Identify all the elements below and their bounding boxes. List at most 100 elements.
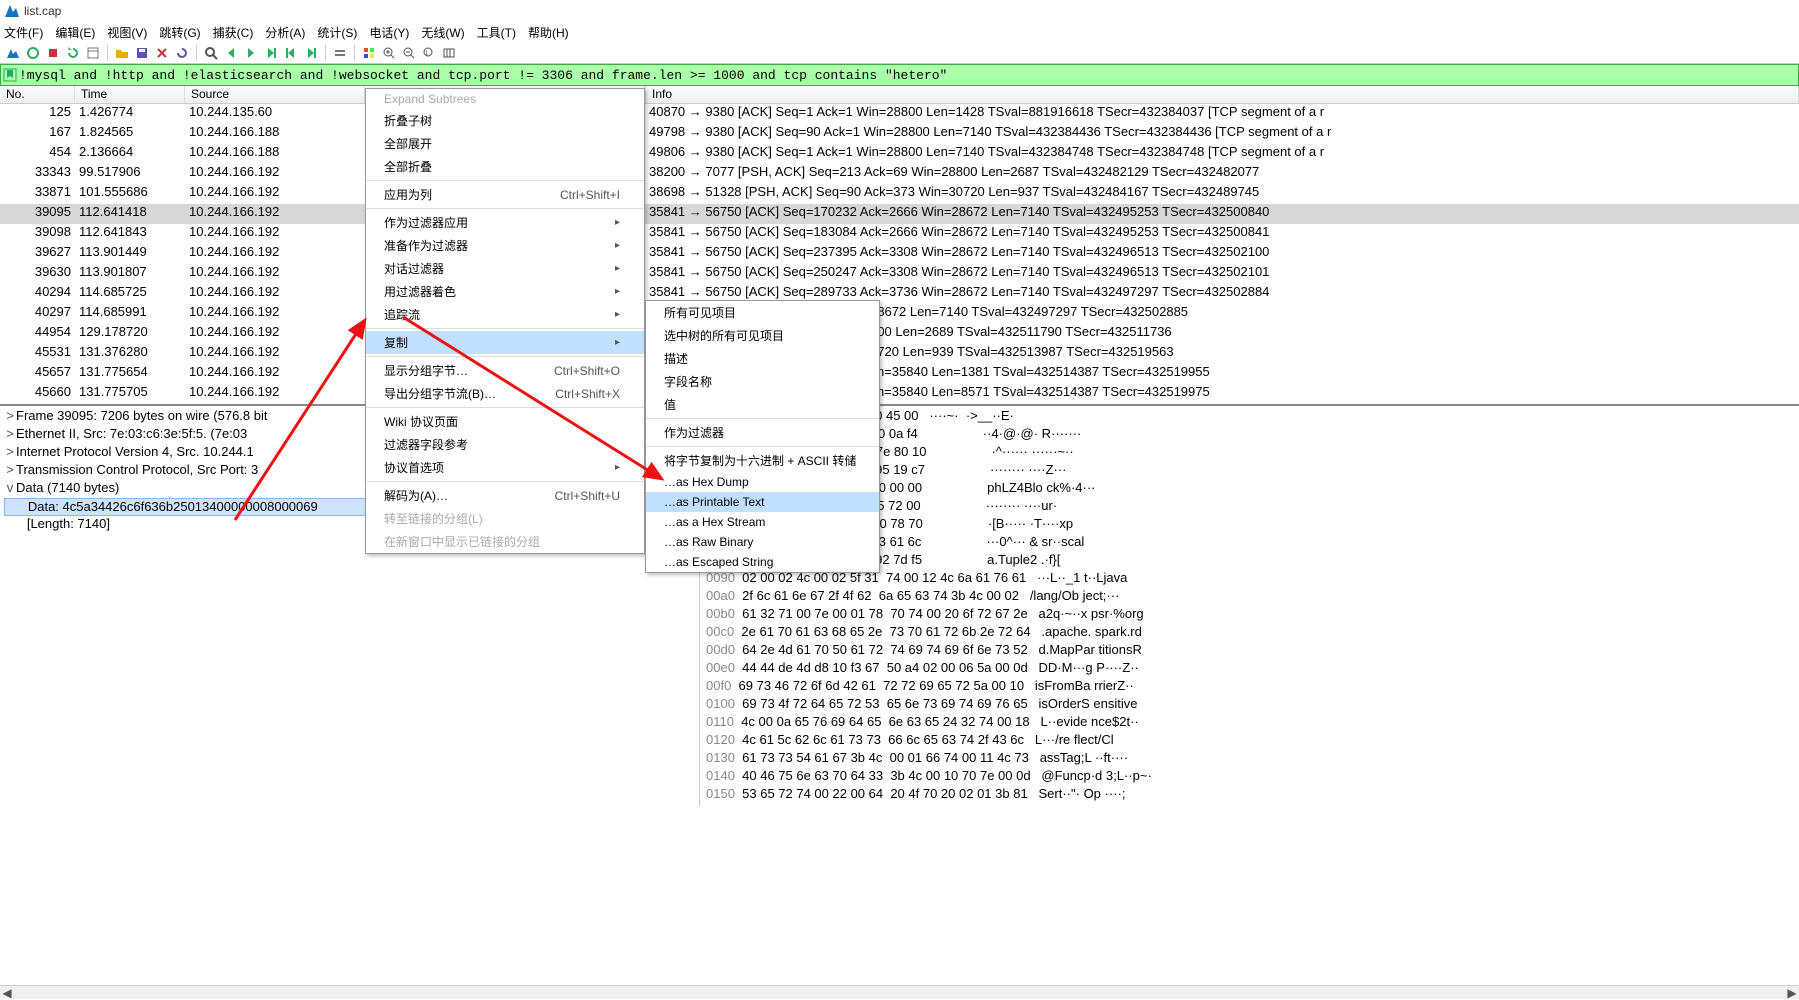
menu-item[interactable]: 对话过滤器: [366, 257, 644, 280]
menu-analyze[interactable]: 分析(A): [265, 24, 305, 41]
tool-reload-icon[interactable]: [173, 44, 191, 62]
tool-zoomin-icon[interactable]: [380, 44, 398, 62]
menu-capture[interactable]: 捕获(C): [213, 24, 254, 41]
tool-last-icon[interactable]: [302, 44, 320, 62]
menu-item[interactable]: 追踪流: [366, 303, 644, 326]
column-time[interactable]: Time: [75, 86, 185, 103]
menu-item[interactable]: 全部折叠: [366, 155, 644, 178]
packet-row[interactable]: 39630113.90180710.244.166.19235841 → 567…: [0, 264, 1799, 284]
scroll-right-icon[interactable]: ▶: [1785, 986, 1799, 1000]
tool-shark-icon[interactable]: [4, 44, 22, 62]
menu-item[interactable]: …as Printable Text: [646, 492, 879, 512]
hex-line[interactable]: 0130 61 73 73 54 61 67 3b 4c 00 01 66 74…: [706, 750, 1793, 768]
menu-item[interactable]: …as Raw Binary: [646, 532, 879, 552]
packet-row[interactable]: 39627113.90144910.244.166.19235841 → 567…: [0, 244, 1799, 264]
tool-open-icon[interactable]: [113, 44, 131, 62]
hex-line[interactable]: 0150 53 65 72 74 00 22 00 64 20 4f 70 20…: [706, 786, 1793, 804]
tool-color-icon[interactable]: [360, 44, 378, 62]
menu-item[interactable]: 准备作为过滤器: [366, 234, 644, 257]
hex-line[interactable]: 00d0 64 2e 4d 61 70 50 61 72 74 69 74 69…: [706, 642, 1793, 660]
tool-stop-icon[interactable]: [44, 44, 62, 62]
packet-row[interactable]: 40297114.68599110.244.166.192 6 Ack=3736…: [0, 304, 1799, 324]
tool-autoscroll-icon[interactable]: [331, 44, 349, 62]
scroll-left-icon[interactable]: ◀: [0, 986, 14, 1000]
packet-list[interactable]: 1251.42677410.244.135.6040870 → 9380 [AC…: [0, 104, 1799, 404]
menu-item[interactable]: 值: [646, 393, 879, 416]
packet-row[interactable]: 40294114.68572510.244.166.19235841 → 567…: [0, 284, 1799, 304]
tool-forward-icon[interactable]: [242, 44, 260, 62]
packet-row[interactable]: 1251.42677410.244.135.6040870 → 9380 [AC…: [0, 104, 1799, 124]
hex-line[interactable]: 00b0 61 32 71 00 7e 00 01 78 70 74 00 20…: [706, 606, 1793, 624]
hex-line[interactable]: 0100 69 73 4f 72 64 65 72 53 65 6e 73 69…: [706, 696, 1793, 714]
menu-item[interactable]: …as Escaped String: [646, 552, 879, 572]
tool-zoom100-icon[interactable]: 1: [420, 44, 438, 62]
hex-line[interactable]: 0120 4c 61 5c 62 6c 61 73 73 66 6c 65 63…: [706, 732, 1793, 750]
menu-item[interactable]: …as a Hex Stream: [646, 512, 879, 532]
menu-item[interactable]: 将字节复制为十六进制 + ASCII 转储: [646, 449, 879, 472]
menu-item[interactable]: 全部展开: [366, 132, 644, 155]
tool-options-icon[interactable]: [84, 44, 102, 62]
menu-item[interactable]: 作为过滤器: [646, 421, 879, 444]
menu-item[interactable]: 过滤器字段参考: [366, 433, 644, 456]
hex-line[interactable]: 00e0 44 44 de 4d d8 10 f3 67 50 a4 02 00…: [706, 660, 1793, 678]
packet-row[interactable]: 39098112.64184310.244.166.19235841 → 567…: [0, 224, 1799, 244]
menu-item[interactable]: 折叠子树: [366, 109, 644, 132]
context-menu-copy[interactable]: 所有可见项目选中树的所有可见项目描述字段名称值作为过滤器将字节复制为十六进制 +…: [645, 300, 880, 573]
hex-line[interactable]: 0160 4c 00 04 70 72 65 76 74 00 1d 4c 6f…: [706, 804, 1793, 806]
hex-line[interactable]: 0140 40 46 75 6e 63 70 64 33 3b 4c 00 10…: [706, 768, 1793, 786]
bookmark-icon[interactable]: [3, 68, 17, 82]
menu-item[interactable]: Wiki 协议页面: [366, 410, 644, 433]
menu-item[interactable]: …as Hex Dump: [646, 472, 879, 492]
menu-item[interactable]: 复制: [366, 331, 644, 354]
packet-row[interactable]: 44954129.17872010.244.166.192 3 Ack=69 W…: [0, 324, 1799, 344]
menu-item[interactable]: 作为过滤器应用: [366, 211, 644, 234]
tool-first-icon[interactable]: [282, 44, 300, 62]
packet-row[interactable]: 4542.13666410.244.166.18849806 → 9380 [A…: [0, 144, 1799, 164]
menu-go[interactable]: 跳转(G): [159, 24, 200, 41]
menu-item[interactable]: 字段名称: [646, 370, 879, 393]
menu-item[interactable]: 描述: [646, 347, 879, 370]
packet-row[interactable]: 45657131.77565410.244.166.192 7643 Ack=2…: [0, 364, 1799, 384]
packet-row[interactable]: 33871101.55568610.244.166.19238698 → 513…: [0, 184, 1799, 204]
menu-item[interactable]: 选中树的所有可见项目: [646, 324, 879, 347]
hex-line[interactable]: 00c0 2e 61 70 61 63 68 65 2e 73 70 61 72…: [706, 624, 1793, 642]
tool-goto-icon[interactable]: [262, 44, 280, 62]
horizontal-scrollbar[interactable]: ◀ ▶: [0, 985, 1799, 999]
tool-close-icon[interactable]: [153, 44, 171, 62]
packet-row[interactable]: 45531131.37628010.244.166.192 0 Ack=373 …: [0, 344, 1799, 364]
packet-row[interactable]: 45660131.77570510.244.166.192 0027 Ack=2…: [0, 384, 1799, 404]
tool-save-icon[interactable]: [133, 44, 151, 62]
menu-item[interactable]: 解码为(A)…Ctrl+Shift+U: [366, 484, 644, 507]
menu-file[interactable]: 文件(F): [4, 24, 43, 41]
menu-edit[interactable]: 编辑(E): [55, 24, 95, 41]
tool-find-icon[interactable]: [202, 44, 220, 62]
column-source[interactable]: Source: [185, 86, 365, 103]
menu-item[interactable]: 导出分组字节流(B)…Ctrl+Shift+X: [366, 382, 644, 405]
menu-item[interactable]: 用过滤器着色: [366, 280, 644, 303]
context-menu-main[interactable]: Expand Subtrees折叠子树全部展开全部折叠应用为列Ctrl+Shif…: [365, 88, 645, 554]
tool-zoomout-icon[interactable]: [400, 44, 418, 62]
hex-line[interactable]: 0110 4c 00 0a 65 76 69 64 65 6e 63 65 24…: [706, 714, 1793, 732]
display-filter-input[interactable]: [19, 68, 1796, 83]
menu-item[interactable]: 所有可见项目: [646, 301, 879, 324]
menu-tel[interactable]: 电话(Y): [369, 24, 409, 41]
column-no[interactable]: No.: [0, 86, 75, 103]
packet-row[interactable]: 39095112.64141810.244.166.19235841 → 567…: [0, 204, 1799, 224]
menu-item[interactable]: 显示分组字节…Ctrl+Shift+O: [366, 359, 644, 382]
menu-tools[interactable]: 工具(T): [477, 24, 516, 41]
tool-restart-icon[interactable]: [64, 44, 82, 62]
packet-row[interactable]: 1671.82456510.244.166.18849798 → 9380 [A…: [0, 124, 1799, 144]
hex-line[interactable]: 00f0 69 73 46 72 6f 6d 42 61 72 72 69 65…: [706, 678, 1793, 696]
packet-row[interactable]: 3334399.51790610.244.166.19238200 → 7077…: [0, 164, 1799, 184]
menu-item[interactable]: 协议首选项: [366, 456, 644, 479]
tool-capture-icon[interactable]: [24, 44, 42, 62]
hex-line[interactable]: 00a0 2f 6c 61 6e 67 2f 4f 62 6a 65 63 74…: [706, 588, 1793, 606]
menu-stats[interactable]: 统计(S): [317, 24, 357, 41]
column-info[interactable]: Info: [645, 86, 1799, 103]
tool-resize-icon[interactable]: [440, 44, 458, 62]
menu-help[interactable]: 帮助(H): [528, 24, 569, 41]
menu-wireless[interactable]: 无线(W): [421, 24, 464, 41]
tool-back-icon[interactable]: [222, 44, 240, 62]
menu-view[interactable]: 视图(V): [107, 24, 147, 41]
menu-item[interactable]: 应用为列Ctrl+Shift+I: [366, 183, 644, 206]
